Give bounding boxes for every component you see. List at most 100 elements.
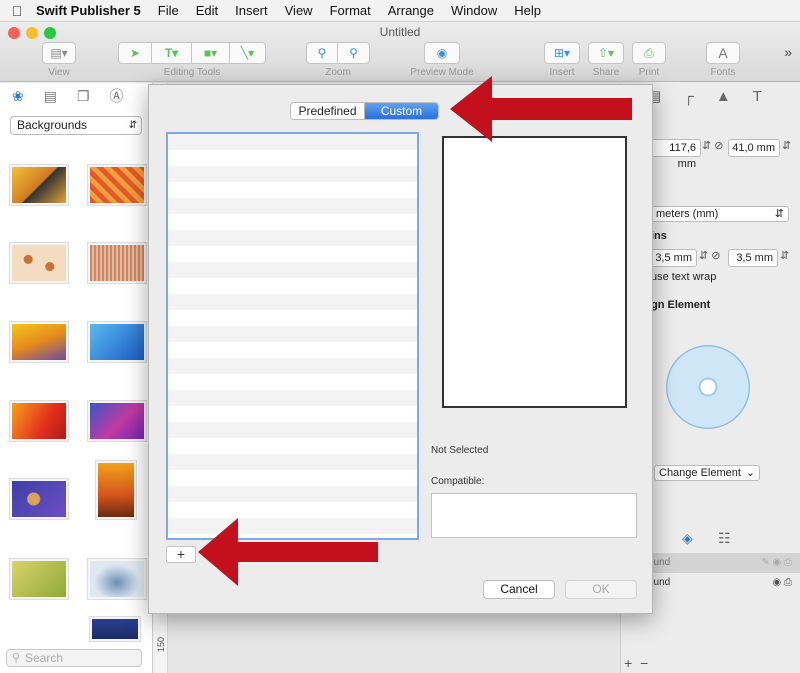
empty-list-row (168, 326, 417, 342)
print-label: Print (638, 67, 660, 78)
menu-format[interactable]: Format (322, 3, 380, 18)
clipart-icon[interactable]: ❀ (12, 88, 24, 105)
background-thumbnail[interactable] (88, 243, 146, 283)
empty-list-row (168, 198, 417, 214)
background-thumbnail[interactable] (10, 243, 68, 283)
empty-list-row (168, 374, 417, 390)
empty-list-row (168, 310, 417, 326)
library-search-input[interactable]: ⚲ Search (6, 649, 142, 667)
text-inspector-icon[interactable]: T (753, 88, 762, 105)
background-thumbnail[interactable] (10, 322, 68, 362)
text-tool-button[interactable]: T▾ (152, 42, 192, 64)
preview-mode-button[interactable]: ◉ (424, 42, 460, 64)
width-field[interactable]: 117,6 mm (651, 139, 701, 170)
fonts-button[interactable]: A (706, 42, 740, 64)
text-style-icon[interactable]: Ⓐ (110, 86, 124, 106)
compatible-label: Compatible: (431, 476, 485, 487)
empty-list-row (168, 486, 417, 502)
stamp-icon[interactable]: ▲ (716, 88, 731, 105)
menu-arrange[interactable]: Arrange (380, 3, 443, 18)
background-thumbnail[interactable] (88, 401, 146, 441)
margins-label: ins (651, 230, 667, 242)
view-button[interactable]: ▤▾ (42, 42, 76, 64)
background-thumbnail[interactable] (88, 559, 146, 599)
select-tool-button[interactable]: ➤ (118, 42, 152, 64)
background-thumbnail[interactable] (90, 617, 140, 641)
zoom-in-icon: ⚲ (349, 46, 358, 60)
background-thumbnail[interactable] (10, 559, 68, 599)
apple-menu-icon[interactable]:  (0, 3, 34, 19)
line-tool-button[interactable]: ╲▾ (230, 42, 266, 64)
insert-button[interactable]: ⊞▾ (544, 42, 580, 64)
margin-stepper-icon[interactable]: ⇵ ⊘ (699, 249, 721, 262)
menu-edit[interactable]: Edit (188, 3, 227, 18)
layer-visibility-icon[interactable]: ✎ ◉ ⎙ (761, 553, 792, 573)
empty-list-row (168, 166, 417, 182)
menu-window[interactable]: Window (443, 3, 506, 18)
zoom-in-button[interactable]: ⚲ (338, 42, 370, 64)
chevron-updown-icon: ⇵ (774, 208, 784, 220)
grid-icon[interactable]: ☷ (718, 530, 731, 547)
background-thumbnail[interactable] (10, 165, 68, 205)
font-icon: A (718, 45, 728, 61)
units-select[interactable]: meters (mm) ⇵ (651, 206, 789, 222)
ruler-tick-label: 150 (156, 636, 166, 652)
menu-insert[interactable]: Insert (227, 3, 277, 18)
toolbar-overflow-button[interactable]: » (784, 44, 792, 60)
empty-list-row (168, 230, 417, 246)
add-layer-button[interactable]: + − (624, 655, 648, 671)
tab-predefined[interactable]: Predefined (291, 103, 365, 119)
empty-list-row (168, 262, 417, 278)
empty-list-row (168, 214, 417, 230)
cd-disc-preview (666, 345, 750, 429)
background-thumbnail[interactable] (10, 479, 68, 519)
custom-template-list[interactable] (166, 132, 419, 540)
cancel-button[interactable]: Cancel (483, 580, 555, 599)
insert-icon: ⊞▾ (553, 46, 571, 60)
layer-visibility-icon[interactable]: ◉ ⎙ (772, 573, 792, 593)
empty-list-row (168, 150, 417, 166)
background-thumbnail[interactable] (96, 461, 136, 519)
change-element-select[interactable]: Change Element ⌄ (654, 465, 760, 481)
width-stepper-icon[interactable]: ⇵ ⊘ (702, 139, 724, 152)
shapes-icon[interactable]: ❐ (77, 88, 90, 105)
empty-list-row (168, 470, 417, 486)
search-icon: ⚲ (12, 652, 21, 664)
library-category-select[interactable]: Backgrounds ⇵ (10, 116, 142, 135)
menu-help[interactable]: Help (506, 3, 550, 18)
print-button[interactable]: ⎙ (632, 42, 666, 64)
share-icon: ⇧▾ (597, 46, 615, 60)
fonts-label: Fonts (710, 67, 736, 78)
image-icon[interactable]: ▤ (44, 88, 57, 105)
eye-icon: ◉ (436, 46, 448, 60)
background-thumbnail[interactable] (88, 165, 146, 205)
view-layout-icon: ▤▾ (50, 46, 68, 60)
library-category-value: Backgrounds (17, 118, 88, 132)
editing-tools-label: Editing Tools (163, 67, 221, 78)
layers-icon[interactable]: ◈ (682, 530, 693, 547)
margin-right-stepper-icon[interactable]: ⇵ (780, 249, 789, 262)
menu-file[interactable]: File (150, 3, 188, 18)
share-button[interactable]: ⇧▾ (588, 42, 624, 64)
empty-list-row (168, 342, 417, 358)
tab-custom[interactable]: Custom (365, 103, 438, 119)
margin-right-field[interactable]: 3,5 mm (728, 249, 778, 267)
menu-view[interactable]: View (277, 3, 322, 18)
margin-left-field[interactable]: 3,5 mm (651, 249, 697, 267)
zoom-out-button[interactable]: ⚲ (306, 42, 338, 64)
pointer-icon: ➤ (129, 46, 141, 60)
selection-status: Not Selected (431, 445, 489, 456)
window-title: Untitled (379, 25, 421, 39)
library-search-placeholder: Search (25, 651, 64, 665)
shape-tool-button[interactable]: ■▾ (192, 42, 230, 64)
add-template-button[interactable]: + (166, 546, 196, 563)
empty-list-row (168, 438, 417, 454)
height-stepper-icon[interactable]: ⇵ (782, 139, 791, 152)
height-field[interactable]: 41,0 mm (728, 139, 780, 157)
menu-bar:  Swift Publisher 5 File Edit Insert Vie… (0, 0, 800, 22)
align-icon[interactable]: ┌ (683, 88, 694, 105)
background-thumbnail[interactable] (10, 401, 68, 441)
menu-app-name[interactable]: Swift Publisher 5 (34, 3, 150, 18)
ok-button[interactable]: OK (565, 580, 637, 599)
background-thumbnail[interactable] (88, 322, 146, 362)
